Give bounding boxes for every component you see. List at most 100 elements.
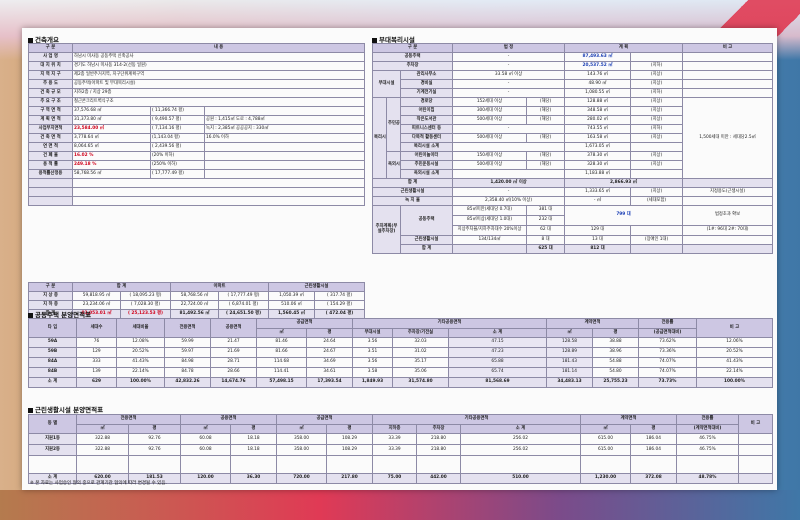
table-cell: 31,373.80 ㎡	[72, 115, 151, 125]
table-cell: 주차장	[371, 61, 454, 71]
table-cell: 108.29	[326, 444, 373, 456]
table-cell: 20,537.52 ㎡	[564, 61, 632, 71]
table-cell: 공동주택(아파트 및 부대복리시설)	[71, 79, 366, 89]
table-cell: 합 계	[371, 178, 454, 188]
col-header: (계약면적대비)	[676, 424, 739, 434]
table-row: 근린생활시설 -1,333.65 ㎡ (지상) 지정용도(근생시설)	[371, 187, 774, 197]
table-cell: 피트니스센터 등	[399, 124, 454, 134]
table-cell	[203, 106, 366, 116]
table-cell: 625 대	[526, 244, 566, 254]
table-row: 사 업 명 하남시 미사동 공동주택 신축공사	[28, 52, 366, 62]
table-cell: 12.08%	[116, 337, 165, 348]
table-cell: 615.00	[580, 433, 631, 445]
col-header: ㎡	[276, 424, 327, 434]
table-cell: -	[452, 79, 566, 89]
col-header: 타 입	[28, 318, 77, 338]
group-label: 주차계획(부설주차장)	[372, 205, 401, 254]
table-cell: 84.78	[164, 367, 211, 378]
table-cell: 2,866.93 ㎡	[564, 178, 684, 188]
table-cell: 옥외시설 소계	[399, 169, 454, 179]
table-cell: 280.02 ㎡	[564, 115, 632, 125]
table-cell: 3.56	[352, 357, 393, 368]
table-cell	[682, 61, 774, 71]
group-label: 복리시설	[372, 97, 387, 179]
col-header: ㎡	[580, 424, 631, 434]
col-header: 구 분	[28, 43, 73, 53]
table-cell: 186.04	[630, 444, 677, 456]
col-header: 평	[630, 424, 677, 434]
section-title-shop-area: 근린생활시설 분양면적표	[28, 404, 103, 414]
table-cell: 37,576.68 ㎡	[72, 106, 151, 116]
table-row: 복리시설주민공동시설경로당152세대 이상(해당)128.88 ㎡(지상)1,5…	[372, 97, 774, 179]
table-cell: 20.52%	[116, 347, 165, 358]
table-cell: 어린이놀이터	[399, 151, 454, 161]
group-label: 부대시설	[372, 70, 401, 98]
table-cell: 녹지 : 2,385㎡ 공공공지 : 330㎡	[203, 124, 366, 134]
row-label: 건 폐 율	[28, 151, 73, 161]
table-row: 계 획 면 적 31,373.80 ㎡( 9,490.57 평) 공원 : 1,41…	[28, 115, 366, 125]
table-cell: 85㎡이상(세대당 1.0대)	[452, 215, 528, 226]
col-header: 동 별	[28, 414, 77, 434]
table-row: 84B 139 22.14% 84.78 28.66 114.41 34.61 3.58 35.…	[28, 367, 773, 378]
table-cell: 92.76	[128, 433, 181, 445]
table-cell	[738, 455, 773, 474]
table-row: 주 용 도 공동주택(아파트 및 부대복리시설)	[28, 79, 366, 89]
col-header: ㎡	[180, 424, 231, 434]
table-cell: ( 11,366.74 평)	[150, 106, 205, 116]
table-cell: 120.00	[180, 473, 231, 484]
table-cell: 73.73%	[638, 377, 697, 388]
col-header: 아파트	[169, 282, 270, 292]
table-cell: 소 계	[28, 377, 77, 388]
table-cell: -	[452, 187, 566, 197]
col-header: 전용면적	[76, 414, 181, 425]
col-header: 법 정	[452, 43, 566, 53]
table-cell: 8 대	[526, 235, 566, 245]
table-cell: ( 6,874.01 평)	[217, 300, 270, 310]
col-header: 공용면적	[210, 318, 257, 338]
table-cell: 38.88	[592, 337, 639, 348]
table-row: 59A 76 12.08% 59.99 21.47 81.46 24.64 3.56 32.03…	[28, 337, 773, 348]
table-row: 연 면 적 8,064.65 ㎡( 2,439.56 평)	[28, 142, 366, 152]
table-cell: 358.00	[276, 444, 327, 456]
table-cell: (지상)	[630, 97, 684, 107]
table-cell: 17,393.54	[306, 377, 353, 388]
row-label: 지 역 지 구	[28, 70, 73, 80]
background-bottom-band	[0, 490, 800, 520]
table-cell	[203, 151, 366, 161]
table-cell: 73.36%	[638, 347, 697, 358]
table-cell: 24.64	[306, 337, 353, 348]
table-cell: 328.30 ㎡	[564, 160, 632, 170]
col-header: (공급면적대비)	[638, 328, 697, 338]
table-cell: - ㎡	[564, 196, 632, 206]
table-cell: 23,584.00 ㎡	[72, 124, 151, 134]
table-cell: 186.04	[630, 433, 677, 445]
table-cell: 20.52%	[696, 347, 773, 358]
table-cell: 제2종 일반주거지역, 지구단위계획구역	[71, 70, 366, 80]
table-cell: -	[452, 88, 566, 98]
table-cell: (지상)	[630, 106, 684, 116]
col-header: 평	[326, 424, 373, 434]
shop-area-table: 동 별 전용면적 공용면적 공급면적 기타공용면적 계약면적 전용률 비 고 ㎡ 평 ㎡ 평 ㎡ 평 지하층…	[28, 414, 773, 484]
col-header: ㎡	[256, 328, 307, 338]
col-header: 계약면적	[580, 414, 677, 425]
col-header: 부대시설	[352, 328, 393, 338]
table-row: 소 계 629 100.00% 42,832.26 14,674.76 57,498.15…	[28, 377, 773, 388]
table-cell: 31,574.80	[392, 377, 449, 388]
table-cell	[28, 196, 73, 206]
table-cell: 근린생활시설	[371, 187, 454, 197]
row-label: 용 적 률	[28, 160, 73, 170]
table-cell: 84B	[28, 367, 77, 378]
table-cell: 76	[76, 337, 117, 348]
table-cell: -	[452, 124, 566, 134]
col-header: 세대비율	[116, 318, 165, 338]
table-cell: 기계전기실	[399, 88, 454, 98]
table-cell: 181.43	[546, 357, 593, 368]
table-cell: (해당)	[526, 160, 566, 170]
col-header: 소 계	[448, 328, 547, 338]
table-cell	[580, 455, 631, 474]
table-cell: 관리사무소	[399, 70, 454, 80]
table-cell: 333	[76, 357, 117, 368]
col-header: 세대수	[76, 318, 117, 338]
table-cell: 35.06	[392, 367, 449, 378]
table-row: 지 상 층 59,818.95 ㎡( 18,095.23 평) 58,768.56 …	[28, 291, 366, 301]
